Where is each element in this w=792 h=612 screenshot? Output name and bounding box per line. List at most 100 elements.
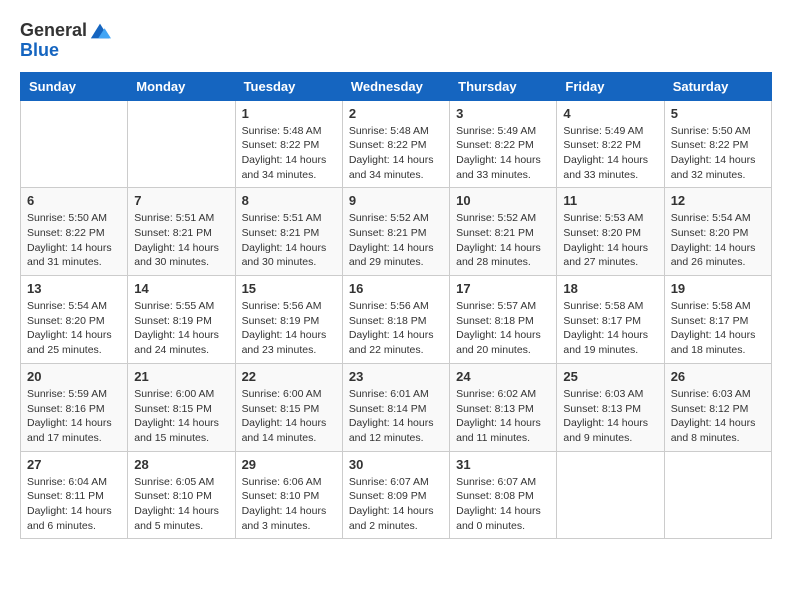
day-cell: 16Sunrise: 5:56 AMSunset: 8:18 PMDayligh… <box>342 276 449 364</box>
week-row-3: 13 Sunrise: 5:54 AMSunset: 8:20 PMDayligh… <box>21 276 772 364</box>
day-number: 29 <box>242 457 336 472</box>
day-cell: 1 Sunrise: 5:48 AMSunset: 8:22 PMDaylight… <box>235 100 342 188</box>
weekday-header-thursday: Thursday <box>450 72 557 100</box>
day-info: Sunrise: 5:58 AMSunset: 8:17 PMDaylight:… <box>671 299 765 358</box>
day-number: 10 <box>456 193 550 208</box>
day-cell: 21 Sunrise: 6:00 AMSunset: 8:15 PMDayligh… <box>128 363 235 451</box>
day-info: Sunrise: 5:50 AMSunset: 8:22 PMDaylight:… <box>671 124 765 183</box>
logo-blue-text: Blue <box>20 40 111 62</box>
day-info: Sunrise: 5:56 AMSunset: 8:19 PMDaylight:… <box>242 299 336 358</box>
day-number: 22 <box>242 369 336 384</box>
day-cell: 24 Sunrise: 6:02 AMSunset: 8:13 PMDayligh… <box>450 363 557 451</box>
weekday-header-wednesday: Wednesday <box>342 72 449 100</box>
week-row-2: 6 Sunrise: 5:50 AMSunset: 8:22 PMDaylight… <box>21 188 772 276</box>
day-cell: 23 Sunrise: 6:01 AMSunset: 8:14 PMDayligh… <box>342 363 449 451</box>
day-info: Sunrise: 6:07 AMSunset: 8:08 PMDaylight:… <box>456 475 550 534</box>
day-info: Sunrise: 6:06 AMSunset: 8:10 PMDaylight:… <box>242 475 336 534</box>
day-number: 2 <box>349 106 443 121</box>
day-number: 20 <box>27 369 121 384</box>
day-info: Sunrise: 5:57 AMSunset: 8:18 PMDaylight:… <box>456 299 550 358</box>
day-info: Sunrise: 5:50 AMSunset: 8:22 PMDaylight:… <box>27 211 121 270</box>
day-info: Sunrise: 5:48 AMSunset: 8:22 PMDaylight:… <box>242 124 336 183</box>
day-info: Sunrise: 6:04 AMSunset: 8:11 PMDaylight:… <box>27 475 121 534</box>
day-cell: 7 Sunrise: 5:51 AMSunset: 8:21 PMDaylight… <box>128 188 235 276</box>
day-number: 8 <box>242 193 336 208</box>
day-cell: 27 Sunrise: 6:04 AMSunset: 8:11 PMDayligh… <box>21 451 128 539</box>
day-cell: 14Sunrise: 5:55 AMSunset: 8:19 PMDayligh… <box>128 276 235 364</box>
day-info: Sunrise: 6:03 AMSunset: 8:13 PMDaylight:… <box>563 387 657 446</box>
day-info: Sunrise: 5:52 AMSunset: 8:21 PMDaylight:… <box>456 211 550 270</box>
day-number: 24 <box>456 369 550 384</box>
day-cell: 6 Sunrise: 5:50 AMSunset: 8:22 PMDaylight… <box>21 188 128 276</box>
day-number: 17 <box>456 281 550 296</box>
day-info: Sunrise: 6:00 AMSunset: 8:15 PMDaylight:… <box>242 387 336 446</box>
week-row-1: 1 Sunrise: 5:48 AMSunset: 8:22 PMDaylight… <box>21 100 772 188</box>
day-number: 12 <box>671 193 765 208</box>
day-cell <box>21 100 128 188</box>
logo-general-text: General <box>20 20 87 42</box>
day-info: Sunrise: 5:54 AMSunset: 8:20 PMDaylight:… <box>671 211 765 270</box>
day-cell: 15 Sunrise: 5:56 AMSunset: 8:19 PMDayligh… <box>235 276 342 364</box>
day-number: 31 <box>456 457 550 472</box>
day-number: 7 <box>134 193 228 208</box>
day-info: Sunrise: 6:00 AMSunset: 8:15 PMDaylight:… <box>134 387 228 446</box>
weekday-header-friday: Friday <box>557 72 664 100</box>
day-cell: 18Sunrise: 5:58 AMSunset: 8:17 PMDayligh… <box>557 276 664 364</box>
day-cell: 17 Sunrise: 5:57 AMSunset: 8:18 PMDayligh… <box>450 276 557 364</box>
day-info: Sunrise: 5:53 AMSunset: 8:20 PMDaylight:… <box>563 211 657 270</box>
day-cell <box>664 451 771 539</box>
day-cell: 13 Sunrise: 5:54 AMSunset: 8:20 PMDayligh… <box>21 276 128 364</box>
day-cell: 28Sunrise: 6:05 AMSunset: 8:10 PMDayligh… <box>128 451 235 539</box>
day-cell: 30 Sunrise: 6:07 AMSunset: 8:09 PMDayligh… <box>342 451 449 539</box>
day-info: Sunrise: 5:56 AMSunset: 8:18 PMDaylight:… <box>349 299 443 358</box>
day-info: Sunrise: 5:51 AMSunset: 8:21 PMDaylight:… <box>134 211 228 270</box>
weekday-header-row: SundayMondayTuesdayWednesdayThursdayFrid… <box>21 72 772 100</box>
day-number: 5 <box>671 106 765 121</box>
day-number: 25 <box>563 369 657 384</box>
day-cell: 2Sunrise: 5:48 AMSunset: 8:22 PMDaylight… <box>342 100 449 188</box>
day-cell: 5 Sunrise: 5:50 AMSunset: 8:22 PMDaylight… <box>664 100 771 188</box>
day-number: 28 <box>134 457 228 472</box>
day-number: 27 <box>27 457 121 472</box>
weekday-header-sunday: Sunday <box>21 72 128 100</box>
day-number: 6 <box>27 193 121 208</box>
logo-icon <box>89 20 111 42</box>
day-cell: 11 Sunrise: 5:53 AMSunset: 8:20 PMDayligh… <box>557 188 664 276</box>
day-cell: 25 Sunrise: 6:03 AMSunset: 8:13 PMDayligh… <box>557 363 664 451</box>
day-number: 26 <box>671 369 765 384</box>
day-number: 21 <box>134 369 228 384</box>
day-cell: 31 Sunrise: 6:07 AMSunset: 8:08 PMDayligh… <box>450 451 557 539</box>
day-info: Sunrise: 5:54 AMSunset: 8:20 PMDaylight:… <box>27 299 121 358</box>
day-cell: 9Sunrise: 5:52 AMSunset: 8:21 PMDaylight… <box>342 188 449 276</box>
day-cell: 3Sunrise: 5:49 AMSunset: 8:22 PMDaylight… <box>450 100 557 188</box>
day-info: Sunrise: 5:58 AMSunset: 8:17 PMDaylight:… <box>563 299 657 358</box>
day-cell: 10 Sunrise: 5:52 AMSunset: 8:21 PMDayligh… <box>450 188 557 276</box>
day-cell: 26Sunrise: 6:03 AMSunset: 8:12 PMDayligh… <box>664 363 771 451</box>
day-number: 13 <box>27 281 121 296</box>
day-number: 11 <box>563 193 657 208</box>
day-number: 23 <box>349 369 443 384</box>
day-number: 1 <box>242 106 336 121</box>
day-cell: 4Sunrise: 5:49 AMSunset: 8:22 PMDaylight… <box>557 100 664 188</box>
day-number: 15 <box>242 281 336 296</box>
logo: General Blue <box>20 20 111 62</box>
day-info: Sunrise: 6:07 AMSunset: 8:09 PMDaylight:… <box>349 475 443 534</box>
week-row-5: 27 Sunrise: 6:04 AMSunset: 8:11 PMDayligh… <box>21 451 772 539</box>
day-info: Sunrise: 6:02 AMSunset: 8:13 PMDaylight:… <box>456 387 550 446</box>
weekday-header-tuesday: Tuesday <box>235 72 342 100</box>
day-number: 30 <box>349 457 443 472</box>
day-info: Sunrise: 6:01 AMSunset: 8:14 PMDaylight:… <box>349 387 443 446</box>
weekday-header-saturday: Saturday <box>664 72 771 100</box>
day-cell: 12 Sunrise: 5:54 AMSunset: 8:20 PMDayligh… <box>664 188 771 276</box>
day-cell: 19Sunrise: 5:58 AMSunset: 8:17 PMDayligh… <box>664 276 771 364</box>
day-info: Sunrise: 5:55 AMSunset: 8:19 PMDaylight:… <box>134 299 228 358</box>
day-cell: 29 Sunrise: 6:06 AMSunset: 8:10 PMDayligh… <box>235 451 342 539</box>
day-cell: 8Sunrise: 5:51 AMSunset: 8:21 PMDaylight… <box>235 188 342 276</box>
day-info: Sunrise: 5:49 AMSunset: 8:22 PMDaylight:… <box>456 124 550 183</box>
day-cell: 20 Sunrise: 5:59 AMSunset: 8:16 PMDayligh… <box>21 363 128 451</box>
day-info: Sunrise: 5:59 AMSunset: 8:16 PMDaylight:… <box>27 387 121 446</box>
day-cell: 22 Sunrise: 6:00 AMSunset: 8:15 PMDayligh… <box>235 363 342 451</box>
week-row-4: 20 Sunrise: 5:59 AMSunset: 8:16 PMDayligh… <box>21 363 772 451</box>
logo-container: General Blue <box>20 20 111 62</box>
calendar-table: SundayMondayTuesdayWednesdayThursdayFrid… <box>20 72 772 540</box>
